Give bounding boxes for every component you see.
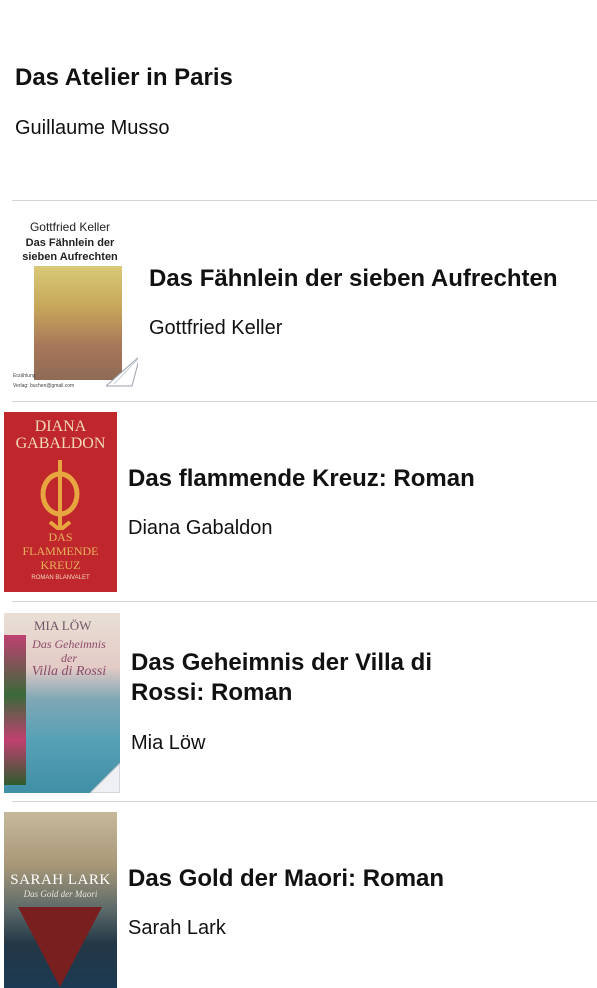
book-author: Diana Gabaldon — [128, 517, 273, 539]
cover-title: Das Fähnlein der sieben Aufrechten — [22, 237, 118, 263]
book-author: Guillaume Musso — [15, 117, 170, 139]
book-cover: SARAH LARK Das Gold der Maori — [4, 812, 117, 988]
book-title: Das Gold der Maori: Roman — [128, 865, 445, 892]
list-item[interactable]: MIA LÖW Das Geheimnis der Villa di Rossi… — [0, 602, 597, 801]
book-cover: Gottfried Keller Das Fähnlein der sieben… — [10, 216, 138, 391]
cover-title: Das Gold der Maori — [23, 889, 98, 899]
list-item[interactable]: Das Atelier in Paris Guillaume Musso — [0, 0, 597, 200]
cover-footer: Erzählung — [13, 373, 36, 379]
cover-title: Das Geheimnis der Villa di Rossi — [31, 637, 107, 679]
book-title: Das Atelier in Paris — [15, 64, 233, 91]
book-author: Mia Löw — [131, 732, 206, 754]
book-list: Das Atelier in Paris Guillaume Musso Got… — [0, 0, 597, 988]
book-cover: DIANA GABALDON DAS FLAMMENDE KREUZ ROMAN… — [4, 412, 117, 592]
cover-footer: ROMAN BLANVALET — [31, 575, 90, 581]
ring-symbol-icon — [40, 460, 80, 530]
list-item[interactable]: DIANA GABALDON DAS FLAMMENDE KREUZ ROMAN… — [0, 402, 597, 601]
cover-author: SARAH LARK — [10, 872, 111, 888]
book-title: Das Fähnlein der sieben Aufrechten — [149, 265, 558, 292]
cover-footer: Verlag: buchen@gmail.com — [13, 383, 75, 389]
book-author: Sarah Lark — [128, 917, 226, 939]
list-item[interactable]: Gottfried Keller Das Fähnlein der sieben… — [0, 201, 597, 401]
book-title: Das Geheimnis der Villa di Rossi: Roman — [131, 649, 433, 706]
list-item[interactable]: SARAH LARK Das Gold der Maori Das Gold d… — [0, 802, 597, 988]
book-author: Gottfried Keller — [149, 317, 283, 339]
cover-author: MIA LÖW — [34, 618, 92, 633]
cover-author: DIANA GABALDON — [15, 418, 106, 452]
book-title: Das flammende Kreuz: Roman — [128, 465, 475, 492]
cover-title: DAS FLAMMENDE KREUZ — [22, 530, 99, 572]
cover-illustration — [18, 907, 102, 987]
book-cover: MIA LÖW Das Geheimnis der Villa di Rossi — [4, 613, 120, 793]
page-curl-icon — [106, 357, 138, 387]
page-curl-icon — [90, 763, 120, 793]
cover-author: Gottfried Keller — [29, 220, 111, 234]
